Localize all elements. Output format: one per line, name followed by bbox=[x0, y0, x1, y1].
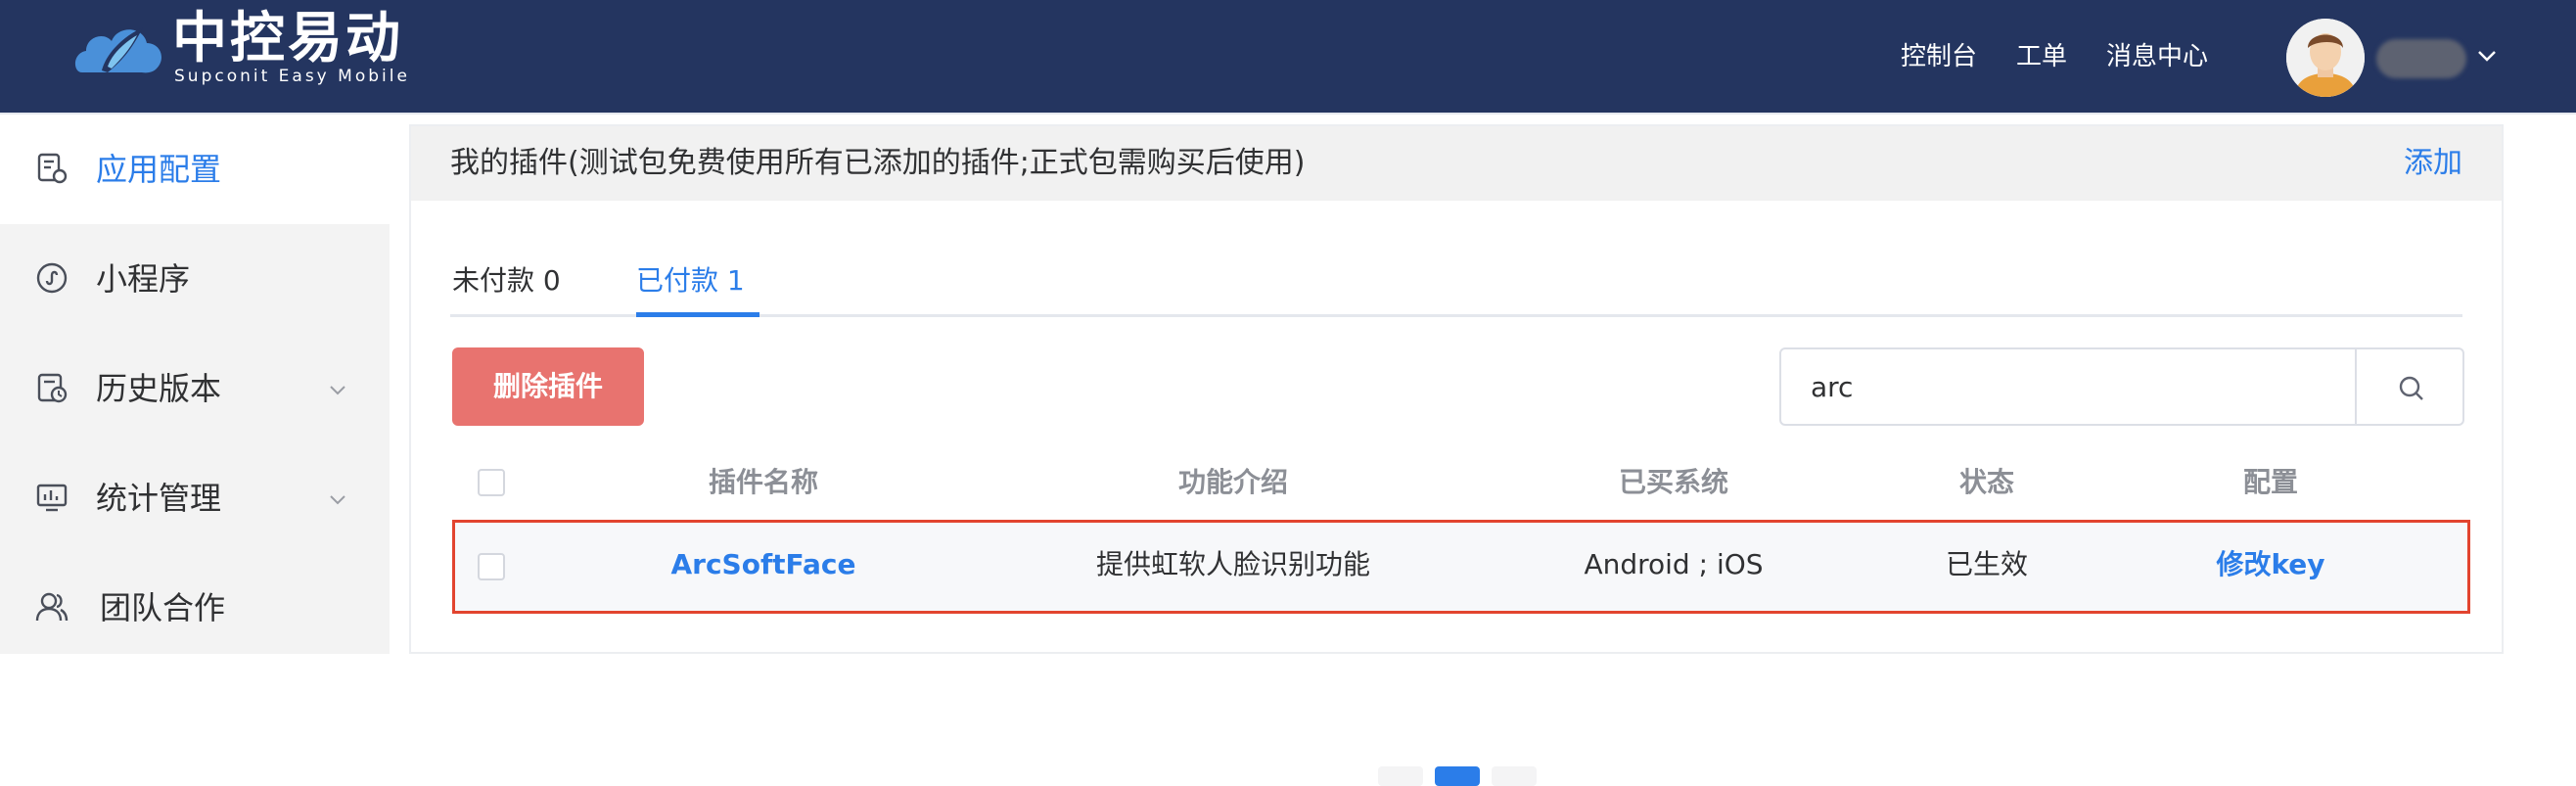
logo-subtitle: Supconit Easy Mobile bbox=[174, 67, 410, 86]
logo-icon bbox=[74, 27, 161, 73]
top-header: 中控易动 Supconit Easy Mobile 控制台 工单 消息中心 bbox=[0, 0, 2576, 115]
column-header-systems: 已买系统 bbox=[1618, 466, 1728, 498]
modify-key-link[interactable]: 修改key bbox=[2173, 545, 2369, 584]
pagination-prev[interactable] bbox=[1378, 766, 1423, 786]
tab-unpaid[interactable]: 未付款 0 bbox=[452, 261, 561, 301]
active-tab-indicator bbox=[636, 312, 759, 317]
sidebar-item-mini-program[interactable]: 小程序 bbox=[0, 226, 390, 334]
sidebar-item-label: 小程序 bbox=[96, 260, 191, 298]
username-redacted[interactable] bbox=[2376, 39, 2466, 78]
search-input[interactable] bbox=[1779, 347, 2357, 426]
row-checkbox[interactable] bbox=[478, 553, 505, 580]
sidebar-item-label: 团队合作 bbox=[100, 589, 226, 626]
team-icon bbox=[35, 592, 69, 622]
column-header-status: 状态 bbox=[1958, 466, 2014, 498]
select-all-checkbox[interactable] bbox=[478, 469, 505, 496]
sidebar-item-label: 历史版本 bbox=[96, 370, 222, 407]
plugin-name-link[interactable]: ArcSoftFace bbox=[617, 545, 910, 584]
nav-message-center[interactable]: 消息中心 bbox=[2106, 39, 2208, 74]
panel-header: 我的插件(测试包免费使用所有已添加的插件;正式包需购买后使用) 添加 bbox=[411, 126, 2502, 201]
plugin-status: 已生效 bbox=[1945, 548, 2028, 580]
add-plugin-link[interactable]: 添加 bbox=[2404, 144, 2462, 183]
nav-console[interactable]: 控制台 bbox=[1901, 39, 1977, 74]
chevron-down-icon[interactable] bbox=[327, 488, 348, 510]
plugins-panel: 我的插件(测试包免费使用所有已添加的插件;正式包需购买后使用) 添加 未付款 0… bbox=[409, 124, 2504, 786]
plugin-description: 提供虹软人脸识别功能 bbox=[1095, 548, 1370, 580]
app-config-icon bbox=[37, 153, 68, 184]
chevron-down-icon[interactable] bbox=[327, 379, 348, 400]
statistics-icon bbox=[36, 484, 68, 512]
nav-tickets[interactable]: 工单 bbox=[2016, 39, 2067, 74]
search-icon bbox=[2399, 376, 2423, 400]
delete-plugin-button[interactable]: 删除插件 bbox=[452, 347, 644, 426]
history-icon bbox=[37, 373, 68, 403]
column-header-description: 功能介绍 bbox=[1177, 466, 1288, 498]
avatar[interactable] bbox=[2286, 19, 2365, 97]
sidebar-item-statistics[interactable]: 统计管理 bbox=[0, 445, 390, 553]
sidebar-item-history[interactable]: 历史版本 bbox=[0, 336, 390, 443]
plugin-systems: Android ; iOS bbox=[1584, 548, 1764, 580]
column-header-plugin-name: 插件名称 bbox=[708, 466, 818, 498]
sidebar-item-team[interactable]: 团队合作 bbox=[0, 555, 390, 663]
pagination-page-active[interactable] bbox=[1435, 766, 1480, 786]
column-header-config: 配置 bbox=[2242, 466, 2298, 498]
mini-program-icon bbox=[36, 262, 68, 294]
user-avatar-icon bbox=[2286, 19, 2365, 97]
sidebar-item-label: 统计管理 bbox=[96, 480, 222, 517]
chevron-down-icon[interactable] bbox=[2476, 45, 2498, 67]
sidebar-item-app-config[interactable]: 应用配置 bbox=[0, 116, 390, 224]
pagination-next[interactable] bbox=[1492, 766, 1537, 786]
sidebar-item-label: 应用配置 bbox=[96, 151, 222, 188]
logo-title: 中控易动 bbox=[172, 7, 403, 70]
sidebar: 应用配置 小程序 历史版本 统计管理 团队合作 bbox=[0, 116, 390, 654]
search-button[interactable] bbox=[2355, 347, 2464, 426]
tab-paid[interactable]: 已付款 1 bbox=[636, 261, 745, 301]
panel-title: 我的插件(测试包免费使用所有已添加的插件;正式包需购买后使用) bbox=[450, 146, 1306, 180]
